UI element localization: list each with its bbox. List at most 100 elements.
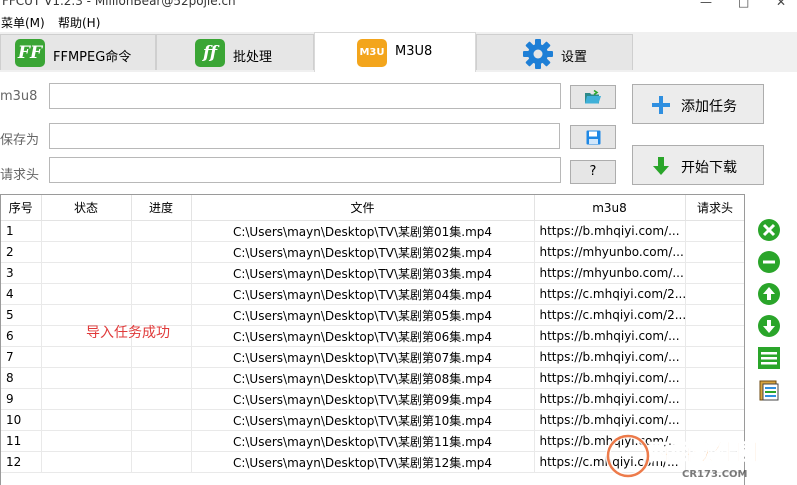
row-headers-cell	[685, 304, 744, 326]
row-no-cell: 9	[1, 388, 42, 410]
row-headers-cell	[685, 346, 744, 368]
row-status-cell	[41, 388, 132, 410]
row-file-cell: C:\Users\mayn\Desktop\TV\某剧第12集.mp4	[191, 451, 535, 473]
table-row[interactable]: 10 C:\Users\mayn\Desktop\TV\某剧第10集.mp4 htt…	[1, 409, 744, 431]
menu-item-help[interactable]: 帮助(H)	[58, 14, 100, 31]
open-folder-icon	[585, 89, 601, 104]
table-row[interactable]: 7 C:\Users\mayn\Desktop\TV\某剧第07集.mp4 http…	[1, 346, 744, 368]
headers-label: 请求头	[0, 168, 40, 183]
minimize-icon[interactable]: —	[700, 0, 712, 9]
row-m3u8-cell: https://b.mhqiyi.com/...	[534, 409, 686, 431]
close-icon[interactable]: ✕	[776, 0, 786, 9]
row-m3u8-cell: https://b.mhqiyi.com/...	[534, 346, 686, 368]
table-row[interactable]: 4 C:\Users\mayn\Desktop\TV\某剧第04集.mp4 http…	[1, 283, 744, 305]
row-headers-cell	[685, 325, 744, 347]
column-header-no[interactable]: 序号	[1, 195, 42, 221]
row-headers-cell	[685, 241, 744, 263]
row-progress-cell	[131, 346, 192, 368]
row-m3u8-cell: https://mhyunbo.com/...	[534, 241, 686, 263]
row-progress-cell	[131, 241, 192, 263]
plus-icon	[652, 96, 670, 114]
row-no-cell: 4	[1, 283, 42, 305]
column-header-progress[interactable]: 进度	[131, 195, 192, 221]
column-header-status[interactable]: 状态	[41, 195, 132, 221]
table-row[interactable]: 3 C:\Users\mayn\Desktop\TV\某剧第03集.mp4 http…	[1, 262, 744, 284]
gear-icon	[523, 39, 553, 69]
row-headers-cell	[685, 220, 744, 242]
row-headers-cell	[685, 283, 744, 305]
row-m3u8-cell: https://c.mhqiyi.com/2...	[534, 304, 686, 326]
row-no-cell: 6	[1, 325, 42, 347]
row-progress-cell	[131, 388, 192, 410]
tab-ffmpeg-label: FFMPEG命令	[53, 50, 132, 65]
row-no-cell: 7	[1, 346, 42, 368]
watermark-logo: 西西软件园 CR173.COM	[605, 433, 758, 480]
m3u8-label: m3u8	[0, 89, 38, 104]
row-no-cell: 2	[1, 241, 42, 263]
row-status-cell	[41, 451, 132, 473]
column-header-file[interactable]: 文件	[191, 195, 535, 221]
row-progress-cell	[131, 430, 192, 452]
open-file-button[interactable]	[570, 85, 616, 109]
row-m3u8-cell: https://c.mhqiyi.com/2...	[534, 283, 686, 305]
save-as-input[interactable]	[49, 123, 560, 149]
table-row[interactable]: 8 C:\Users\mayn\Desktop\TV\某剧第08集.mp4 http…	[1, 367, 744, 389]
title-bar: FFCUT V1.2.3 - MillionBear@52pojie.cn — …	[0, 0, 797, 12]
start-download-label: 开始下载	[681, 160, 737, 176]
row-file-cell: C:\Users\mayn\Desktop\TV\某剧第10集.mp4	[191, 409, 535, 431]
row-m3u8-cell: https://b.mhqiyi.com/...	[534, 367, 686, 389]
table-row[interactable]: 9 C:\Users\mayn\Desktop\TV\某剧第09集.mp4 http…	[1, 388, 744, 410]
m3u8-input[interactable]	[49, 83, 561, 109]
tab-m3u8[interactable]: M3U M3U8	[314, 32, 476, 72]
row-progress-cell	[131, 451, 192, 473]
clipboard-icon[interactable]	[757, 378, 781, 402]
row-status-cell	[41, 409, 132, 431]
row-no-cell: 5	[1, 304, 42, 326]
row-status-cell	[41, 220, 132, 242]
row-file-cell: C:\Users\mayn\Desktop\TV\某剧第02集.mp4	[191, 241, 535, 263]
column-header-m3u8[interactable]: m3u8	[534, 195, 686, 221]
minus-icon[interactable]	[757, 250, 781, 274]
move-up-icon[interactable]	[757, 282, 781, 306]
move-down-icon[interactable]	[757, 314, 781, 338]
add-task-button[interactable]: 添加任务	[632, 84, 764, 124]
tab-settings[interactable]: 设置	[476, 34, 633, 70]
headers-help-button[interactable]: ?	[570, 160, 616, 184]
row-file-cell: C:\Users\mayn\Desktop\TV\某剧第05集.mp4	[191, 304, 535, 326]
table-row[interactable]: 1 C:\Users\mayn\Desktop\TV\某剧第01集.mp4 http…	[1, 220, 744, 242]
remove-icon[interactable]	[757, 218, 781, 242]
table-header-row: 序号 状态 进度 文件 m3u8 请求头	[1, 195, 744, 221]
row-progress-cell	[131, 220, 192, 242]
add-task-label: 添加任务	[681, 99, 737, 115]
row-status-cell	[41, 262, 132, 284]
row-no-cell: 1	[1, 220, 42, 242]
ff-logo-icon: FF	[15, 39, 45, 67]
download-arrow-icon	[653, 157, 669, 175]
tab-batch[interactable]: ff 批处理	[156, 34, 314, 70]
row-m3u8-cell: https://b.mhqiyi.com/...	[534, 220, 686, 242]
menu-item-menu[interactable]: 菜单(M)	[1, 14, 45, 31]
status-message: 导入任务成功	[86, 325, 170, 341]
list-icon[interactable]	[757, 346, 781, 370]
row-progress-cell	[131, 367, 192, 389]
row-m3u8-cell: https://b.mhqiyi.com/...	[534, 325, 686, 347]
table-row[interactable]: 2 C:\Users\mayn\Desktop\TV\某剧第02集.mp4 http…	[1, 241, 744, 263]
row-progress-cell	[131, 262, 192, 284]
row-progress-cell	[131, 283, 192, 305]
save-button[interactable]	[570, 125, 616, 149]
row-no-cell: 8	[1, 367, 42, 389]
tab-batch-label: 批处理	[233, 50, 273, 65]
row-file-cell: C:\Users\mayn\Desktop\TV\某剧第08集.mp4	[191, 367, 535, 389]
svg-text:CR173.COM: CR173.COM	[682, 469, 748, 480]
maximize-icon[interactable]: □	[738, 0, 749, 9]
start-download-button[interactable]: 开始下载	[632, 145, 764, 185]
row-status-cell	[41, 283, 132, 305]
tab-ffmpeg[interactable]: FF FFMPEG命令	[0, 34, 156, 70]
svg-text:西西软件园: 西西软件园	[648, 440, 758, 466]
row-headers-cell	[685, 367, 744, 389]
row-file-cell: C:\Users\mayn\Desktop\TV\某剧第04集.mp4	[191, 283, 535, 305]
headers-input[interactable]	[49, 157, 561, 183]
row-m3u8-cell: https://b.mhqiyi.com/...	[534, 388, 686, 410]
row-status-cell	[41, 430, 132, 452]
column-header-headers[interactable]: 请求头	[685, 195, 744, 221]
